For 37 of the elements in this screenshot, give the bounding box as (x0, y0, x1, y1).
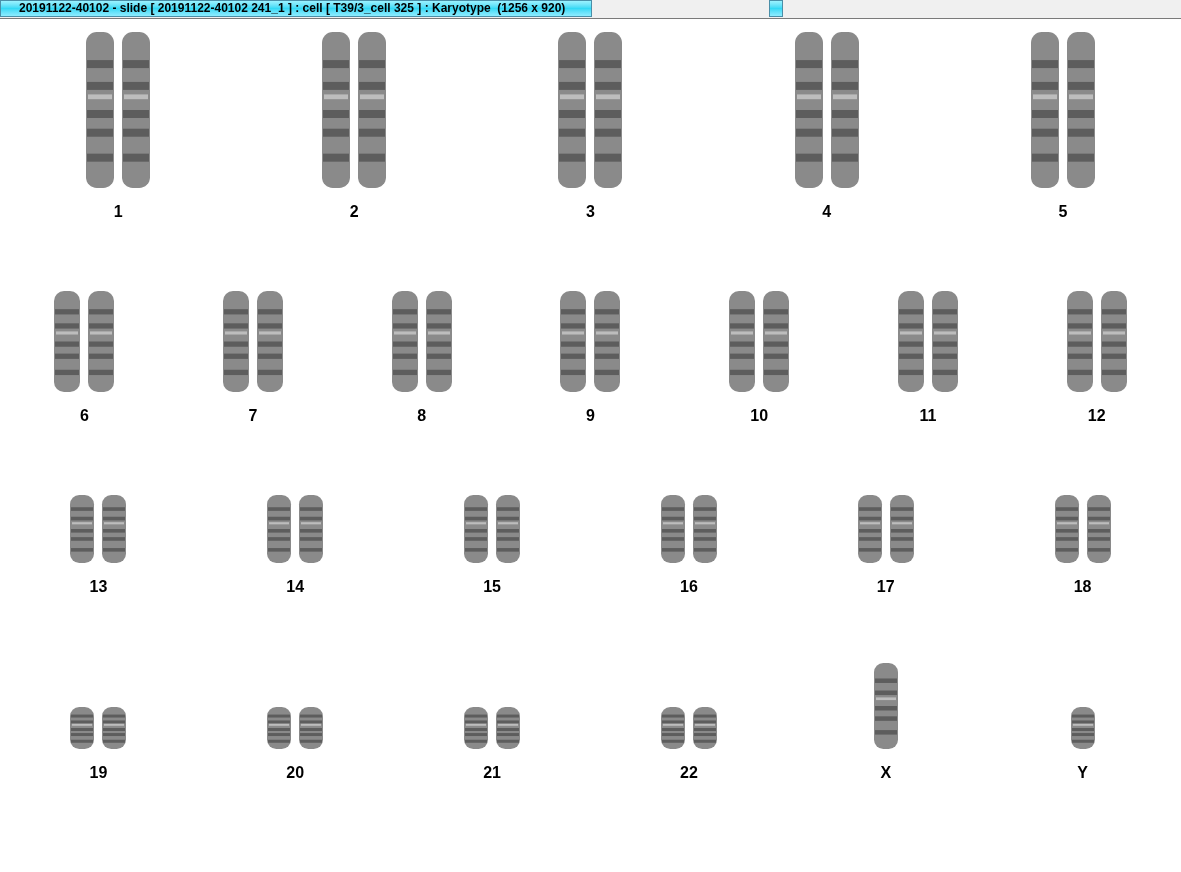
chromosome-label: 4 (822, 202, 832, 222)
chromosome-pair-drawing (464, 493, 521, 565)
chromosome-label: Y (1077, 763, 1088, 783)
scroll-thumb[interactable] (769, 0, 783, 17)
chromosome-label: 16 (680, 577, 698, 597)
chromosome-pair-drawing (70, 493, 127, 565)
chromosome-label: 14 (286, 577, 305, 597)
chromosome-label: 15 (483, 577, 501, 597)
chromosome-label: 13 (89, 577, 108, 597)
chromosome-pair-drawing (660, 493, 717, 565)
chromosome-label: X (880, 763, 892, 783)
chromosome-label: 1 (113, 202, 123, 222)
chromosome-label: 3 (586, 202, 595, 222)
chromosome-label: 9 (586, 406, 595, 426)
chromosome-label: 17 (876, 577, 895, 597)
chromosome-pair-drawing (464, 705, 521, 751)
chromosome-label: 12 (1087, 406, 1106, 426)
chromosome-label: 5 (1058, 202, 1068, 222)
chromosome-pair-drawing (1054, 493, 1111, 565)
chromosome-label: 20 (286, 763, 305, 783)
chromosome-pair-drawing (660, 705, 717, 751)
chromosome-label: 7 (248, 406, 258, 426)
chromosome-label: 22 (680, 763, 698, 783)
chromosome-label: 18 (1073, 577, 1092, 597)
chromosome-label: 8 (417, 406, 427, 426)
chromosome-label: 6 (79, 406, 89, 426)
chromosome-pair-drawing (857, 493, 914, 565)
chromosome-pair-drawing (267, 705, 324, 751)
window-title: 20191122-40102 - slide [ 20191122-40102 241_1 ] : cell [ T39/3_cell 325 ] : Karyotype (1256 x 920) (0, 0, 592, 17)
chromosome-drawing (1070, 705, 1095, 751)
chromosome-label: 2 (349, 202, 359, 222)
chromosome-pair-drawing (70, 705, 127, 751)
chromosome-label: 19 (89, 763, 108, 783)
chromosome-label: 10 (750, 406, 769, 426)
chromosome-label: 21 (483, 763, 501, 783)
chromosome-pair-drawing (267, 493, 324, 565)
chromosome-label: 11 (919, 406, 937, 426)
